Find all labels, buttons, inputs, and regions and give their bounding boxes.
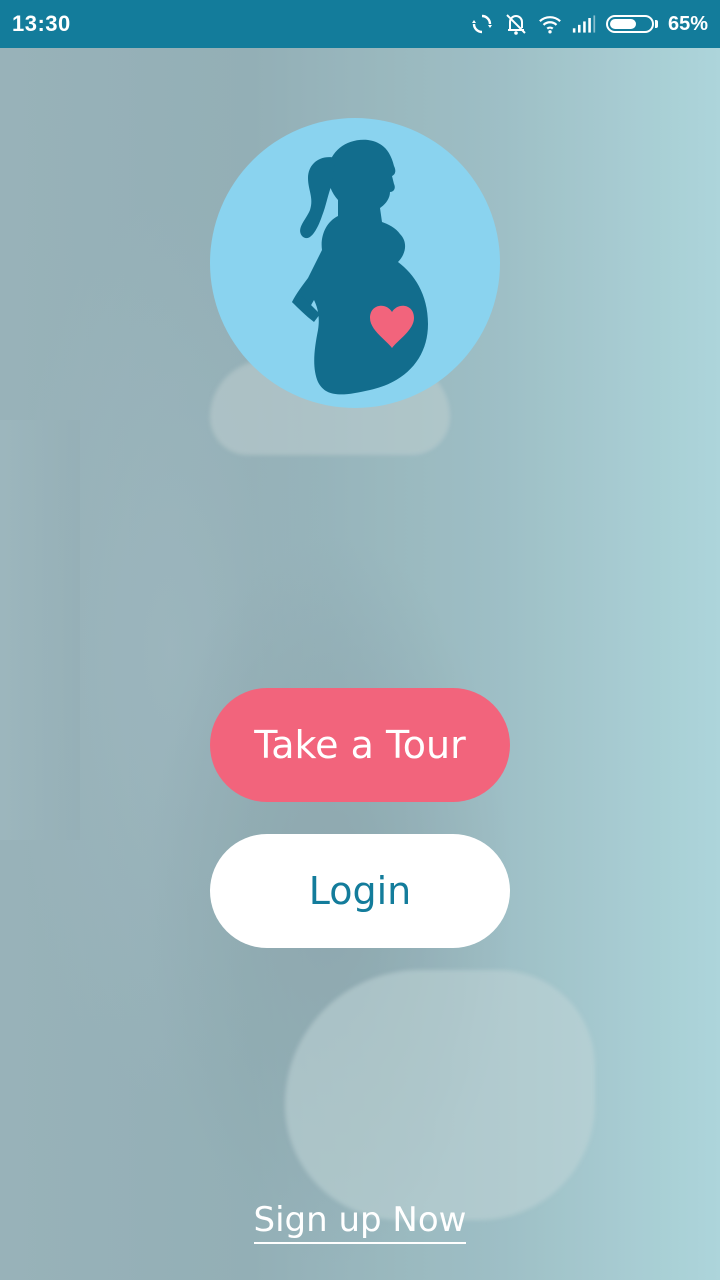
splash-screen: 13:30 65% Take a Tour Login Sign up Now [0, 0, 720, 1280]
status-time: 13:30 [12, 11, 71, 36]
pregnant-woman-heart-icon [292, 139, 428, 395]
battery-percent: 65% [667, 12, 708, 35]
signup-container: Sign up Now [0, 1200, 720, 1244]
sign-up-now-link[interactable]: Sign up Now [253, 1200, 467, 1244]
battery-level [609, 19, 636, 29]
sync-icon [470, 12, 494, 36]
wifi-icon [538, 12, 562, 36]
login-button[interactable]: Login [210, 834, 510, 948]
take-a-tour-button[interactable]: Take a Tour [210, 688, 510, 802]
battery-tip [654, 20, 658, 28]
status-bar: 13:30 65% [0, 0, 720, 48]
app-logo [210, 118, 500, 408]
signal-icon [572, 12, 596, 36]
battery-body [605, 15, 654, 33]
status-icons: 65% [470, 12, 708, 36]
battery-icon [605, 15, 658, 33]
vibrate-off-icon [504, 12, 528, 36]
